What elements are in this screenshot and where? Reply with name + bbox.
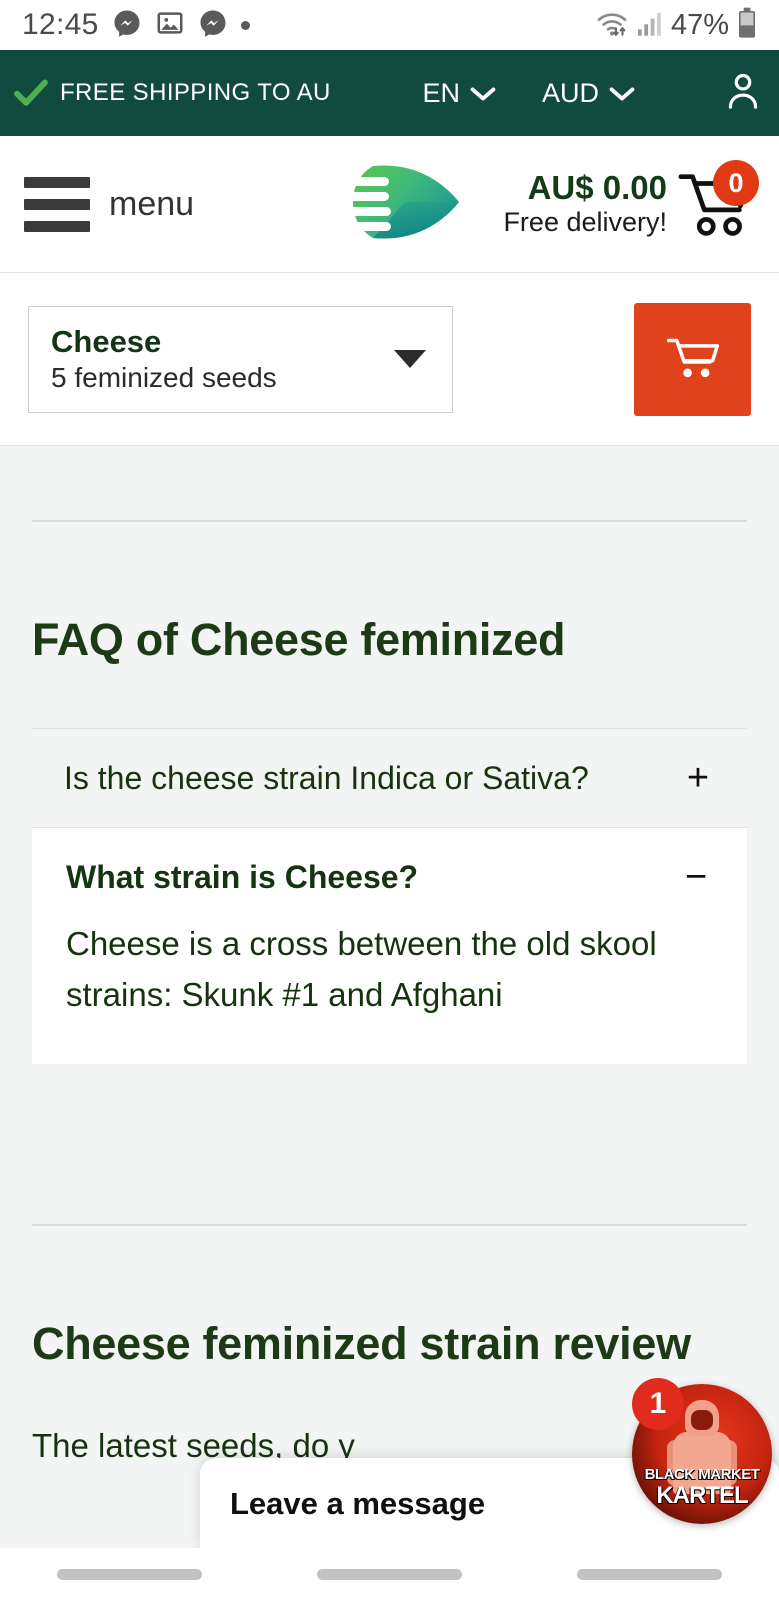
currency-label: AUD	[541, 77, 599, 108]
promo-top-bar: FREE SHIPPING TO AU EN AUD	[0, 50, 779, 136]
variant-quantity: 5 feminized seeds	[51, 361, 277, 393]
mobile-screen: 12:45 47% FREE SHIPPING TO AU EN AUD men…	[0, 0, 779, 1600]
status-bar-left: 12:45	[22, 8, 250, 43]
shopping-cart-icon	[666, 333, 720, 386]
user-account-icon	[725, 72, 761, 115]
currency-selector[interactable]: AUD	[542, 78, 635, 109]
android-nav-bar	[0, 1548, 779, 1600]
dot-icon	[240, 20, 250, 30]
cart-summary[interactable]: AU$ 0.00 Free delivery! 0	[503, 160, 759, 240]
language-label: EN	[422, 77, 460, 108]
menu-label: menu	[109, 184, 195, 223]
variant-name: Cheese	[51, 324, 162, 360]
cart-price-block: AU$ 0.00 Free delivery!	[503, 169, 667, 238]
spacer-top	[0, 446, 779, 520]
shopping-cart-icon	[677, 174, 755, 244]
account-button[interactable]	[725, 72, 761, 115]
plus-icon: +	[686, 757, 710, 799]
add-to-cart-button[interactable]	[634, 302, 751, 416]
caret-down-icon	[394, 350, 426, 368]
faq-expanded-header[interactable]: What strain is Cheese? −	[32, 828, 747, 918]
faq-item-collapsed[interactable]: Is the cheese strain Indica or Sativa? +	[32, 728, 747, 827]
faq-accordion: Is the cheese strain Indica or Sativa? +…	[32, 728, 747, 1065]
avatar-face	[691, 1410, 713, 1430]
free-shipping-message: FREE SHIPPING TO AU	[60, 79, 331, 106]
faq-question: What strain is Cheese?	[66, 858, 419, 895]
cart-total-amount: AU$ 0.00	[527, 169, 667, 207]
chevron-down-icon	[470, 78, 496, 109]
variant-dropdown[interactable]: Cheese 5 feminized seeds	[28, 305, 453, 413]
recents-pill[interactable]	[57, 1568, 203, 1580]
minus-icon: −	[684, 856, 708, 898]
messenger-icon	[112, 8, 142, 43]
check-icon	[14, 79, 48, 107]
variant-texts: Cheese 5 feminized seeds	[51, 324, 277, 394]
chat-unread-badge: 1	[632, 1378, 684, 1430]
home-pill[interactable]	[316, 1568, 462, 1580]
battery-percent-label: 47%	[670, 8, 729, 41]
chevron-down-icon	[609, 78, 635, 109]
battery-icon	[737, 7, 757, 44]
cart-delivery-note: Free delivery!	[503, 207, 667, 238]
hamburger-menu-icon	[24, 176, 90, 232]
spacer-mid	[0, 1064, 779, 1224]
avatar-brand-line-2: KARTEL	[656, 1482, 748, 1509]
back-pill[interactable]	[576, 1568, 722, 1580]
cart-button[interactable]: 0	[677, 160, 759, 240]
leaf-speed-logo	[315, 156, 465, 253]
cart-count-badge: 0	[713, 160, 759, 206]
faq-section-title: FAQ of Cheese feminized	[32, 614, 566, 665]
avatar-brand-text: BLACK MARKET KARTEL	[632, 1467, 772, 1508]
spacer-faq	[0, 522, 779, 614]
status-bar-clock: 12:45	[22, 8, 99, 41]
chat-widget-title: Leave a message	[230, 1486, 486, 1521]
site-header: menu AU$ 0.00 Free delivery! 0	[0, 136, 779, 273]
site-logo[interactable]	[315, 156, 465, 253]
language-selector[interactable]: EN	[422, 78, 496, 109]
cellular-signal-icon	[637, 9, 663, 42]
review-section-title: Cheese feminized strain review	[32, 1318, 691, 1370]
messenger-icon	[198, 8, 228, 43]
avatar-brand-line-1: BLACK MARKET	[644, 1466, 760, 1483]
android-status-bar: 12:45 47%	[0, 0, 779, 50]
wifi-icon	[595, 8, 629, 43]
spacer-faq2	[0, 666, 779, 728]
faq-question: Is the cheese strain Indica or Sativa?	[64, 759, 589, 796]
spacer-review	[0, 1226, 779, 1318]
faq-answer: Cheese is a cross between the old skool …	[66, 925, 657, 1014]
gallery-icon	[155, 8, 185, 43]
status-bar-right: 47%	[595, 7, 757, 44]
faq-item-expanded: What strain is Cheese? − Cheese is a cro…	[32, 827, 747, 1065]
menu-button[interactable]: menu	[24, 176, 195, 232]
product-variant-row: Cheese 5 feminized seeds	[0, 273, 779, 446]
